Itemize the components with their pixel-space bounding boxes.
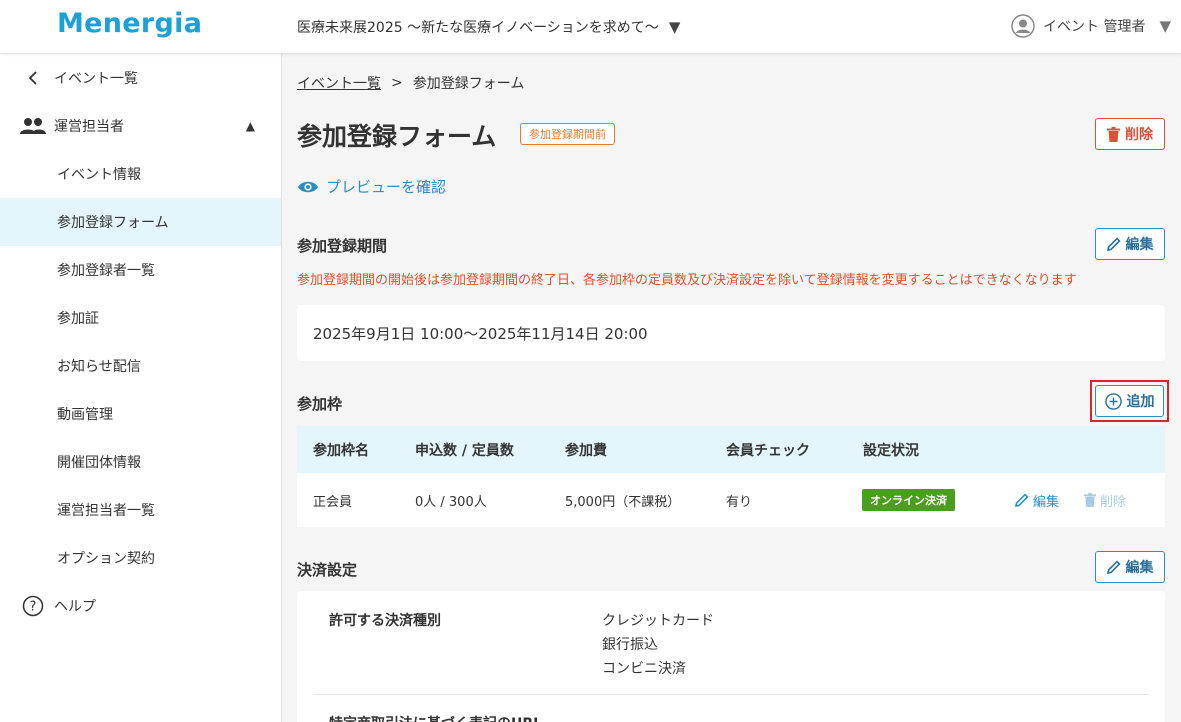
sidebar-item-registrants[interactable]: 参加登録者一覧 bbox=[0, 246, 281, 294]
delete-button-label: 削除 bbox=[1125, 127, 1153, 143]
sidebar-item-label: 参加登録者一覧 bbox=[57, 263, 155, 279]
user-menu[interactable]: イベント 管理者 ▼ bbox=[1011, 14, 1171, 38]
caret-down-icon: ▼ bbox=[1159, 17, 1171, 35]
slot-member-check: 有り bbox=[726, 494, 753, 510]
sidebar-item-registration-form[interactable]: 参加登録フォーム bbox=[0, 198, 281, 246]
row-delete-label: 削除 bbox=[1100, 494, 1127, 510]
slots-title: 参加枠 bbox=[297, 395, 343, 413]
row-edit-label: 編集 bbox=[1033, 494, 1060, 510]
user-avatar-icon bbox=[1011, 14, 1035, 38]
sidebar-item-notifications[interactable]: お知らせ配信 bbox=[0, 342, 281, 390]
registration-period-value: 2025年9月1日 10:00〜2025年11月14日 20:00 bbox=[313, 324, 648, 343]
preview-link[interactable]: プレビューを確認 bbox=[297, 176, 446, 197]
row-edit-button[interactable]: 編集 bbox=[1015, 491, 1059, 510]
breadcrumb-separator: > bbox=[391, 75, 403, 91]
slot-fee: 5,000円（不課税） bbox=[565, 494, 681, 510]
sidebar-item-label: イベント一覧 bbox=[54, 71, 138, 87]
sidebar-item-label: 運営担当者 bbox=[54, 119, 124, 135]
column-header: 申込数 / 定員数 bbox=[415, 442, 514, 459]
trash-icon bbox=[1107, 126, 1120, 142]
table-row: 正会員 0人 / 300人 5,000円（不課税） 有り オンライン決済 編集 … bbox=[297, 473, 1165, 527]
sidebar: イベント一覧 運営担当者 ▲ イベント情報 参加登録フォーム 参加登録者一覧 参… bbox=[0, 54, 282, 722]
sidebar-item-options[interactable]: オプション契約 bbox=[0, 534, 281, 582]
sidebar-item-help[interactable]: ? ヘルプ bbox=[0, 582, 281, 630]
column-header: 設定状況 bbox=[863, 442, 919, 459]
slots-table: 参加枠名 申込数 / 定員数 参加費 会員チェック 設定状況 正会員 0人 / … bbox=[297, 426, 1165, 527]
add-button-label: 追加 bbox=[1126, 394, 1155, 410]
status-badge: 参加登録期間前 bbox=[520, 123, 615, 145]
page-title: 参加登録フォーム bbox=[297, 122, 497, 151]
payment-settings-card: 許可する決済種別 クレジットカード 銀行振込 コンビニ決済 特定商取引法に基づく… bbox=[297, 591, 1165, 722]
trash-icon bbox=[1084, 493, 1096, 507]
sidebar-item-label: ヘルプ bbox=[54, 599, 96, 615]
pencil-icon bbox=[1106, 560, 1121, 574]
registration-period-warning: 参加登録期間の開始後は参加登録期間の終了日、各参加枠の定員数及び決済設定を除いて… bbox=[297, 273, 1077, 288]
app-logo[interactable]: Menergia bbox=[57, 8, 202, 39]
payment-settings-title: 決済設定 bbox=[297, 561, 358, 579]
caret-down-icon: ▼ bbox=[668, 18, 681, 36]
payment-edit-button[interactable]: 編集 bbox=[1095, 551, 1165, 583]
slot-name: 正会員 bbox=[313, 494, 353, 510]
edit-button-label: 編集 bbox=[1125, 237, 1154, 253]
payment-method: コンビニ決済 bbox=[602, 661, 686, 677]
registration-period-card: 2025年9月1日 10:00〜2025年11月14日 20:00 bbox=[297, 305, 1165, 361]
sidebar-item-label: 開催団体情報 bbox=[57, 455, 141, 471]
sidebar-item-badge[interactable]: 参加証 bbox=[0, 294, 281, 342]
sidebar-item-operators-list[interactable]: 運営担当者一覧 bbox=[0, 486, 281, 534]
breadcrumb-event-list[interactable]: イベント一覧 bbox=[297, 73, 381, 93]
breadcrumb: イベント一覧 > 参加登録フォーム bbox=[297, 73, 524, 93]
people-icon bbox=[20, 117, 46, 135]
user-name: イベント 管理者 bbox=[1043, 19, 1146, 35]
sidebar-item-label: イベント情報 bbox=[57, 167, 141, 183]
preview-link-label: プレビューを確認 bbox=[326, 178, 447, 196]
event-selector[interactable]: 医療未来展2025 〜新たな医療イノベーションを求めて〜 ▼ bbox=[297, 17, 680, 37]
sidebar-item-videos[interactable]: 動画管理 bbox=[0, 390, 281, 438]
divider bbox=[313, 694, 1149, 695]
main-content: イベント一覧 > 参加登録フォーム 参加登録フォーム 参加登録期間前 削除 プレ… bbox=[282, 54, 1181, 722]
sidebar-item-label: お知らせ配信 bbox=[57, 359, 141, 375]
delete-button[interactable]: 削除 bbox=[1095, 118, 1165, 150]
sidebar-item-event-info[interactable]: イベント情報 bbox=[0, 150, 281, 198]
registration-period-title: 参加登録期間 bbox=[297, 237, 388, 255]
top-header: Menergia 医療未来展2025 〜新たな医療イノベーションを求めて〜 ▼ … bbox=[0, 0, 1181, 54]
chevron-left-icon bbox=[20, 71, 46, 85]
sidebar-item-organizer[interactable]: 開催団体情報 bbox=[0, 438, 281, 486]
event-name: 医療未来展2025 〜新たな医療イノベーションを求めて〜 bbox=[297, 20, 659, 36]
breadcrumb-current: 参加登録フォーム bbox=[412, 76, 525, 92]
sidebar-item-label: 運営担当者一覧 bbox=[57, 503, 155, 519]
commerce-law-url-label: 特定商取引法に基づく表記のURL bbox=[329, 713, 542, 722]
sidebar-item-label: 参加証 bbox=[57, 311, 99, 327]
payment-methods: クレジットカード 銀行振込 コンビニ決済 bbox=[602, 609, 714, 681]
sidebar-item-label: オプション契約 bbox=[57, 551, 155, 567]
payment-status-badge: オンライン決済 bbox=[862, 489, 955, 511]
column-header: 参加枠名 bbox=[313, 442, 369, 459]
allowed-payment-label: 許可する決済種別 bbox=[329, 613, 441, 629]
sidebar-item-label: 動画管理 bbox=[57, 407, 113, 423]
payment-method: 銀行振込 bbox=[602, 637, 658, 653]
sidebar-item-label: 参加登録フォーム bbox=[57, 215, 169, 231]
edit-button-label: 編集 bbox=[1125, 560, 1154, 576]
eye-icon bbox=[298, 181, 318, 192]
add-slot-button[interactable]: 追加 bbox=[1095, 385, 1164, 417]
table-header: 参加枠名 申込数 / 定員数 参加費 会員チェック 設定状況 bbox=[297, 426, 1165, 473]
pencil-icon bbox=[1106, 237, 1121, 251]
add-button-highlight: 追加 bbox=[1090, 380, 1169, 422]
slot-count: 0人 / 300人 bbox=[415, 494, 487, 510]
sidebar-group-operators[interactable]: 運営担当者 ▲ bbox=[0, 102, 281, 150]
sidebar-back-event-list[interactable]: イベント一覧 bbox=[0, 54, 281, 102]
plus-circle-icon bbox=[1104, 392, 1122, 410]
column-header: 会員チェック bbox=[726, 442, 810, 459]
registration-period-edit-button[interactable]: 編集 bbox=[1095, 228, 1165, 260]
help-circle-icon: ? bbox=[20, 595, 46, 617]
collapse-triangle-icon: ▲ bbox=[245, 119, 255, 133]
column-header: 参加費 bbox=[565, 442, 607, 459]
svg-text:?: ? bbox=[30, 600, 37, 615]
row-delete-button[interactable]: 削除 bbox=[1084, 491, 1126, 510]
payment-method: クレジットカード bbox=[602, 613, 714, 629]
pencil-icon bbox=[1015, 493, 1029, 507]
